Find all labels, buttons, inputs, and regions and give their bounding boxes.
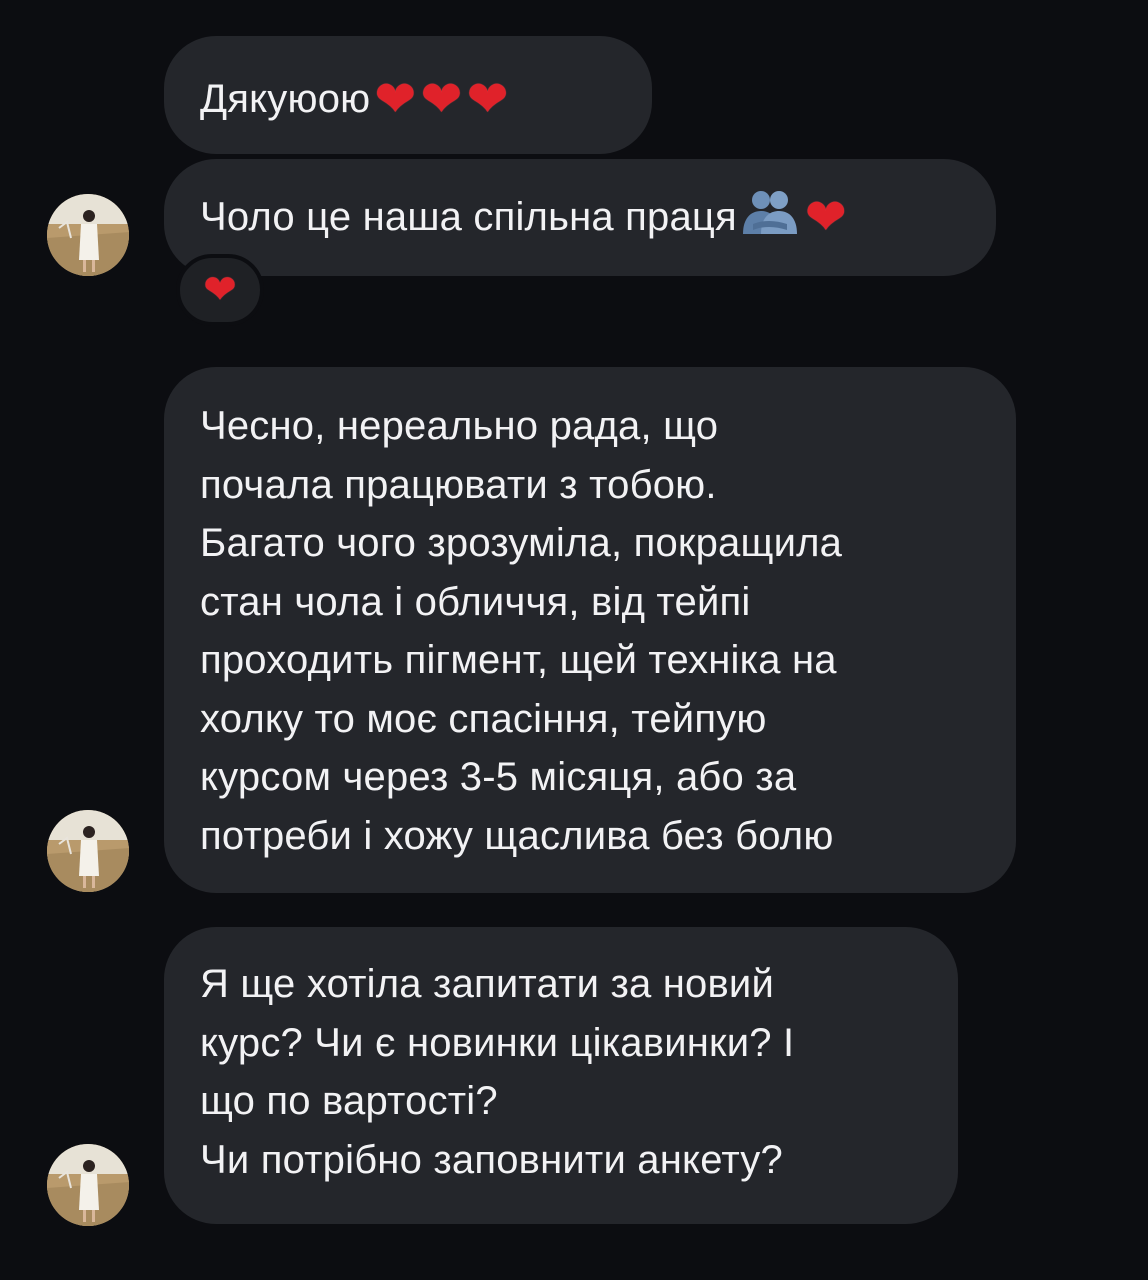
avatar-image <box>47 1144 129 1226</box>
message-bubble-1[interactable]: Дякуюою❤❤❤ <box>164 36 652 154</box>
heart-emoji-icon: ❤ <box>374 70 417 128</box>
message-bubble-2[interactable]: Чоло це наша спільна праця ❤ <box>164 159 996 276</box>
heart-emoji-icon: ❤ <box>203 267 237 313</box>
message-text: Чоло це наша спільна праця <box>200 195 737 239</box>
heart-emoji-icon: ❤ <box>466 70 509 128</box>
message-text: Я ще хотіла запитати за новий курс? Чи є… <box>200 962 795 1182</box>
message-bubble-3[interactable]: Чесно, нереально рада, що почала працюва… <box>164 367 1016 893</box>
avatar-image <box>47 194 129 276</box>
message-text: Дякуюою <box>200 77 371 121</box>
avatar[interactable] <box>47 194 129 276</box>
people-hugging-icon <box>742 191 797 234</box>
heart-emoji-icon: ❤ <box>420 70 463 128</box>
heart-emoji-icon: ❤ <box>804 188 847 246</box>
heart-reaction[interactable]: ❤ <box>176 254 264 326</box>
avatar-image <box>47 810 129 892</box>
message-bubble-4[interactable]: Я ще хотіла запитати за новий курс? Чи є… <box>164 927 958 1224</box>
chat-screen: Дякуюою❤❤❤ Чоло це наша спільна праця ❤ … <box>0 0 1148 1280</box>
avatar[interactable] <box>47 810 129 892</box>
avatar[interactable] <box>47 1144 129 1226</box>
message-text: Чесно, нереально рада, що почала працюва… <box>200 404 843 858</box>
